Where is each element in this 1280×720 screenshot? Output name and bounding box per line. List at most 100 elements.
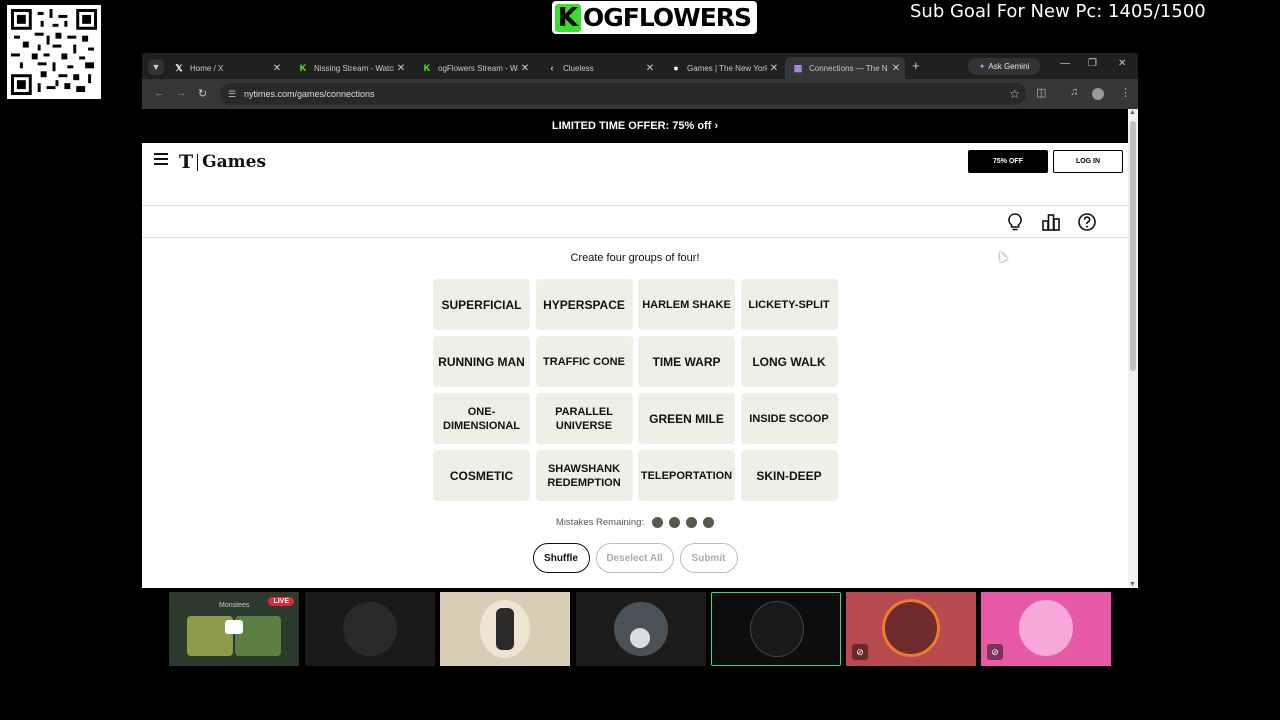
webcam-tile-3[interactable] [440, 592, 570, 666]
word-card[interactable]: LONG WALK [740, 336, 838, 387]
tab-title: ogFlowers Stream - Wa [438, 63, 518, 73]
reload-icon[interactable]: ↻ [198, 87, 207, 100]
close-tab-icon[interactable]: ✕ [394, 63, 408, 74]
page-scrollbar[interactable]: ▲ ▼ [1128, 109, 1138, 588]
avatar [750, 601, 804, 657]
address-bar[interactable]: ☰ nytimes.com/games/connections ☆ [220, 83, 1026, 105]
nyt-t-logo: T [179, 151, 194, 173]
browser-toolbar: ← → ↻ ☰ nytimes.com/games/connections ☆ … [142, 79, 1138, 109]
hamburger-menu-icon[interactable] [154, 153, 168, 165]
login-button[interactable]: LOG IN [1053, 150, 1123, 173]
extensions-icon[interactable]: ◫ [1036, 86, 1046, 99]
webcam-1-label: Monstees [219, 602, 250, 609]
browser-tab[interactable]: KogFlowers Stream - Wa ✕ [414, 57, 534, 79]
connections-page: LIMITED TIME OFFER: 75% off › T Games 75… [142, 109, 1128, 588]
profile-avatar-icon[interactable] [1092, 88, 1104, 100]
webcam-tile-4[interactable] [576, 592, 706, 666]
channel-logo-text: OGFLOWERS [583, 3, 752, 32]
browser-tab[interactable]: ‹ Clueless ✕ [539, 57, 659, 79]
channel-logo: K OGFLOWERS [552, 1, 758, 34]
tab-title: Games | The New York [687, 63, 767, 73]
word-card[interactable]: SKIN-DEEP [740, 450, 838, 501]
avatar [343, 602, 397, 656]
close-tab-icon[interactable]: ✕ [767, 63, 781, 74]
webcam-tile-6[interactable]: ⊘ [846, 592, 976, 666]
scrollbar-thumb[interactable] [1130, 121, 1136, 371]
help-question-icon[interactable] [1077, 212, 1097, 232]
x-logo-icon: 𝕏 [175, 63, 183, 73]
hint-lightbulb-icon[interactable] [1005, 212, 1025, 232]
back-arrow-icon[interactable]: ← [154, 87, 165, 99]
scroll-down-icon[interactable]: ▼ [1129, 581, 1136, 588]
close-tab-icon[interactable]: ✕ [518, 63, 532, 74]
mistake-dot [686, 517, 698, 528]
muted-icon: ⊘ [987, 644, 1003, 660]
qr-code-graphic [11, 9, 97, 95]
shuffle-button[interactable]: Shuffle [532, 543, 590, 573]
close-tab-icon[interactable]: ✕ [889, 63, 903, 74]
word-card[interactable]: RUNNING MAN [433, 336, 530, 387]
kick-logo-letter: K [555, 3, 581, 32]
stats-chart-icon[interactable] [1041, 212, 1061, 232]
close-tab-icon[interactable]: ✕ [643, 63, 657, 74]
chevron-left-icon: ‹ [550, 63, 554, 73]
minimize-icon[interactable]: — [1060, 58, 1070, 69]
word-card[interactable]: TIME WARP [638, 336, 735, 387]
avatar-figure [496, 608, 514, 650]
word-card[interactable]: PARALLEL UNIVERSE [535, 393, 633, 444]
tab-title: Connections — The N [809, 63, 888, 73]
avatar-figure [630, 628, 650, 648]
webcam-tile-2[interactable] [305, 592, 435, 666]
word-card[interactable]: HYPERSPACE [535, 279, 633, 330]
word-card[interactable]: ONE-DIMENSIONAL [433, 393, 530, 444]
word-card[interactable]: LICKETY-SPLIT [740, 279, 838, 330]
connections-icon: ▦ [793, 63, 803, 73]
tab-title: Clueless [563, 63, 594, 73]
url-text: nytimes.com/games/connections [244, 89, 375, 99]
offer-button[interactable]: 75% OFF [968, 150, 1048, 173]
word-card[interactable]: HARLEM SHAKE [638, 279, 735, 330]
forward-arrow-icon[interactable]: → [176, 87, 187, 99]
game-toolbar [142, 206, 1128, 238]
word-grid: SUPERFICIAL HYPERSPACE HARLEM SHAKE LICKETY… [433, 279, 838, 502]
tab-strip: ▼ 𝕏 Home / X ✕ K Nissing Stream - Watch ✕ KogF… [142, 53, 1138, 79]
media-controls-icon[interactable]: ♫ [1070, 86, 1078, 98]
kick-logo-icon: K [299, 63, 307, 73]
close-tab-icon[interactable]: ✕ [270, 63, 284, 74]
games-wordmark: Games [202, 152, 267, 172]
site-settings-icon[interactable]: ☰ [228, 89, 236, 100]
screen-share-icon [225, 620, 243, 634]
toolbar-divider [142, 237, 1128, 238]
word-card[interactable]: TRAFFIC CONE [535, 336, 633, 387]
avatar [1019, 600, 1073, 656]
mistake-dots [652, 517, 715, 528]
webcam-tile-7[interactable]: ⊘ [981, 592, 1111, 666]
live-badge: LIVE [268, 597, 294, 606]
webcam-tile-5-speaking[interactable] [711, 592, 841, 666]
word-card[interactable]: TELEPORTATION [638, 450, 735, 501]
submit-button[interactable]: Submit [679, 543, 738, 573]
promo-banner[interactable]: LIMITED TIME OFFER: 75% off › [142, 109, 1128, 143]
word-card[interactable]: GREEN MILE [638, 393, 735, 444]
more-menu-icon[interactable]: ⋮ [1120, 86, 1131, 99]
browser-tab[interactable]: 𝕏 Home / X ✕ [166, 57, 286, 79]
new-tab-button[interactable]: + [912, 58, 920, 73]
tab-search-dropdown[interactable]: ▼ [148, 59, 164, 75]
ask-gemini-button[interactable]: ✦ Ask Gemini [968, 58, 1040, 75]
webcam-tile-1[interactable]: Monstees LIVE [169, 592, 299, 666]
mistakes-remaining: Mistakes Remaining: [142, 517, 1128, 528]
deselect-all-button[interactable]: Deselect All [595, 543, 674, 573]
browser-tab[interactable]: K Nissing Stream - Watch ✕ [290, 57, 410, 79]
word-card[interactable]: INSIDE SCOOP [740, 393, 838, 444]
word-card[interactable]: SHAWSHANK REDEMPTION [535, 450, 633, 501]
scroll-up-icon[interactable]: ▲ [1129, 109, 1136, 116]
close-window-icon[interactable]: ✕ [1118, 58, 1126, 69]
nyt-games-logo[interactable]: T Games [179, 151, 266, 173]
browser-tab[interactable]: ● Games | The New York ✕ [663, 57, 783, 79]
restore-icon[interactable]: ❐ [1088, 58, 1097, 69]
bookmark-star-icon[interactable]: ☆ [1009, 87, 1020, 101]
word-card[interactable]: COSMETIC [433, 450, 530, 501]
word-card[interactable]: SUPERFICIAL [433, 279, 530, 330]
browser-tab[interactable]: ▦ Connections — The N ✕ [785, 57, 905, 79]
mistake-dot [669, 517, 681, 528]
